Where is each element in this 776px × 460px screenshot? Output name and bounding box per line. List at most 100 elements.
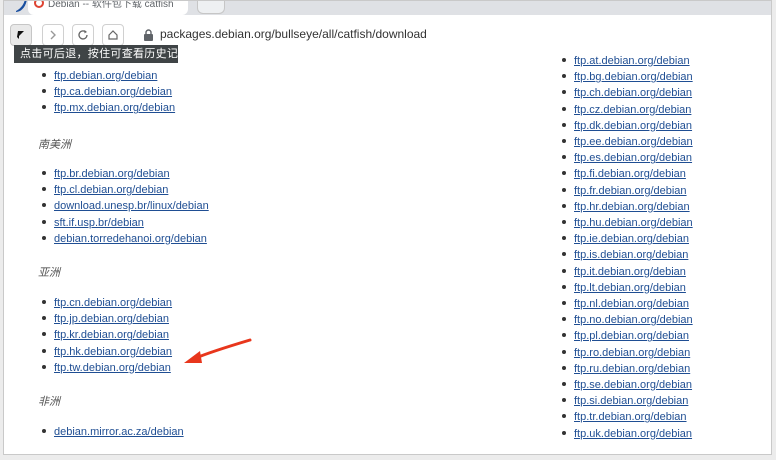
mirror-link[interactable]: ftp.uk.debian.org/debian: [574, 428, 692, 440]
tab-favicon-icon: [34, 1, 44, 8]
bullet-icon: [562, 74, 566, 79]
bullet-icon: [562, 171, 566, 176]
reload-icon: [78, 30, 88, 40]
mirror-link[interactable]: ftp.tr.debian.org/debian: [574, 411, 687, 423]
mirror-link[interactable]: ftp.bg.debian.org/debian: [574, 71, 693, 83]
address-bar[interactable]: packages.debian.org/bullseye/all/catfish…: [160, 27, 427, 41]
mirror-list-item: ftp.nl.debian.org/debian: [562, 297, 689, 311]
mirror-link[interactable]: ftp.es.debian.org/debian: [574, 152, 692, 164]
mirror-link[interactable]: ftp.ee.debian.org/debian: [574, 136, 693, 148]
bullet-icon: [562, 414, 566, 419]
mirror-list-item: debian.torredehanoi.org/debian: [42, 232, 207, 246]
mirror-link[interactable]: ftp.lt.debian.org/debian: [574, 282, 686, 294]
mirror-link[interactable]: ftp.hk.debian.org/debian: [54, 346, 172, 358]
mirror-list-item: ftp.at.debian.org/debian: [562, 54, 690, 68]
mirror-link[interactable]: download.unesp.br/linux/debian: [54, 200, 209, 212]
mirror-list-item: sft.if.usp.br/debian: [42, 216, 144, 230]
mirror-list-item: ftp.es.debian.org/debian: [562, 151, 692, 165]
mirror-link[interactable]: ftp.hu.debian.org/debian: [574, 217, 693, 229]
mirror-link[interactable]: debian.mirror.ac.za/debian: [54, 426, 184, 438]
back-button[interactable]: [10, 24, 32, 46]
mirror-list-item: ftp.hk.debian.org/debian: [42, 345, 172, 359]
mirror-link[interactable]: ftp.mx.debian.org/debian: [54, 102, 175, 114]
mirror-link[interactable]: ftp.ru.debian.org/debian: [574, 363, 690, 375]
browser-logo-icon: [16, 1, 27, 12]
mirror-link[interactable]: ftp.dk.debian.org/debian: [574, 120, 692, 132]
bullet-icon: [562, 398, 566, 403]
mirror-list-item: ftp.ee.debian.org/debian: [562, 135, 693, 149]
mirror-link[interactable]: ftp.si.debian.org/debian: [574, 395, 688, 407]
mirror-link[interactable]: ftp.ie.debian.org/debian: [574, 233, 689, 245]
mirror-list-item: ftp.br.debian.org/debian: [42, 167, 170, 181]
mirror-link[interactable]: ftp.pl.debian.org/debian: [574, 330, 689, 342]
mirror-link[interactable]: ftp.nl.debian.org/debian: [574, 298, 689, 310]
tab-title: Debian -- 软件包下载 catfish: [48, 1, 174, 10]
mirror-link[interactable]: debian.torredehanoi.org/debian: [54, 233, 207, 245]
mirror-link[interactable]: ftp.cz.debian.org/debian: [574, 104, 691, 116]
mirror-list-item: download.unesp.br/linux/debian: [42, 199, 209, 213]
bullet-icon: [42, 187, 46, 192]
mirror-list-item: ftp.fi.debian.org/debian: [562, 167, 686, 181]
bullet-icon: [42, 171, 46, 176]
bullet-icon: [562, 236, 566, 241]
reload-button[interactable]: [72, 24, 94, 46]
mirror-list-item: ftp.cl.debian.org/debian: [42, 183, 168, 197]
mirror-link[interactable]: ftp.ch.debian.org/debian: [574, 87, 692, 99]
mirror-list-item: ftp.it.debian.org/debian: [562, 265, 686, 279]
region-heading: 亚洲: [38, 267, 60, 279]
mirror-link[interactable]: sft.if.usp.br/debian: [54, 217, 144, 229]
forward-arrow-icon: [50, 30, 56, 40]
bullet-icon: [562, 106, 566, 111]
mirror-list-item: ftp.tr.debian.org/debian: [562, 410, 687, 424]
mirror-link[interactable]: ftp.ca.debian.org/debian: [54, 86, 172, 98]
bullet-icon: [42, 316, 46, 321]
bullet-icon: [42, 219, 46, 224]
tab-active[interactable]: Debian -- 软件包下载 catfish: [28, 1, 188, 15]
mirror-list-item: ftp.mx.debian.org/debian: [42, 101, 175, 115]
bullet-icon: [42, 364, 46, 369]
bullet-icon: [42, 73, 46, 78]
mirror-link[interactable]: ftp.is.debian.org/debian: [574, 249, 688, 261]
mirror-link[interactable]: ftp.no.debian.org/debian: [574, 314, 693, 326]
mirror-list-item: ftp.ch.debian.org/debian: [562, 86, 692, 100]
bullet-icon: [42, 429, 46, 434]
forward-button[interactable]: [42, 24, 64, 46]
mirror-link[interactable]: ftp.debian.org/debian: [54, 70, 157, 82]
home-button[interactable]: [102, 24, 124, 46]
mirror-list-item: ftp.cz.debian.org/debian: [562, 103, 691, 117]
mirror-list-item: ftp.hu.debian.org/debian: [562, 216, 693, 230]
mirror-link[interactable]: ftp.tw.debian.org/debian: [54, 362, 171, 374]
mirror-list-item: ftp.ca.debian.org/debian: [42, 85, 172, 99]
mirror-list-item: ftp.jp.debian.org/debian: [42, 312, 169, 326]
mirror-link[interactable]: ftp.br.debian.org/debian: [54, 168, 170, 180]
mirror-link[interactable]: ftp.kr.debian.org/debian: [54, 329, 169, 341]
bullet-icon: [562, 155, 566, 160]
mirror-list-item: ftp.debian.org/debian: [42, 69, 157, 83]
lock-icon[interactable]: [143, 29, 154, 42]
mirror-list-item: ftp.dk.debian.org/debian: [562, 119, 692, 133]
mirror-list-item: ftp.lt.debian.org/debian: [562, 281, 686, 295]
mirror-list-item: ftp.hr.debian.org/debian: [562, 200, 690, 214]
bullet-icon: [562, 122, 566, 127]
mirror-list-item: ftp.uk.debian.org/debian: [562, 427, 692, 441]
mirror-list-item: ftp.tw.debian.org/debian: [42, 361, 171, 375]
mirror-link[interactable]: ftp.it.debian.org/debian: [574, 266, 686, 278]
mirror-link[interactable]: ftp.at.debian.org/debian: [574, 55, 690, 67]
mirror-link[interactable]: ftp.hr.debian.org/debian: [574, 201, 690, 213]
bullet-icon: [42, 332, 46, 337]
mirror-link[interactable]: ftp.fr.debian.org/debian: [574, 185, 687, 197]
new-tab-button[interactable]: [197, 1, 225, 14]
mirror-link[interactable]: ftp.cn.debian.org/debian: [54, 297, 172, 309]
mirror-list-item: ftp.no.debian.org/debian: [562, 313, 693, 327]
mirror-link[interactable]: ftp.cl.debian.org/debian: [54, 184, 168, 196]
mirror-link[interactable]: ftp.ro.debian.org/debian: [574, 347, 690, 359]
bullet-icon: [562, 90, 566, 95]
bullet-icon: [562, 268, 566, 273]
browser-window: Debian -- 软件包下载 catfish packages.debian.…: [3, 0, 772, 455]
back-button-tooltip: 点击可后退，按住可查看历史记录: [14, 45, 189, 63]
bullet-icon: [42, 300, 46, 305]
bullet-icon: [562, 430, 566, 435]
mirror-link[interactable]: ftp.jp.debian.org/debian: [54, 313, 169, 325]
mirror-link[interactable]: ftp.se.debian.org/debian: [574, 379, 692, 391]
mirror-link[interactable]: ftp.fi.debian.org/debian: [574, 168, 686, 180]
